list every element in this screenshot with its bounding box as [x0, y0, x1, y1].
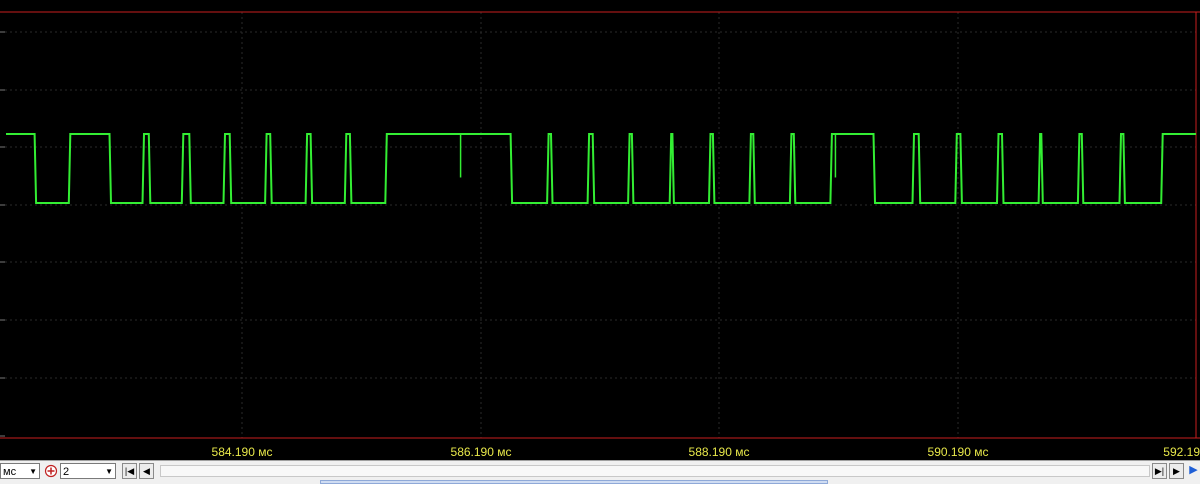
horizontal-scrollbar[interactable] [160, 465, 1150, 477]
prev-button[interactable]: ◀ [139, 463, 154, 479]
time-label: 588.190 мс [689, 445, 750, 459]
channel-value: 2 [63, 466, 70, 478]
waveform-plot[interactable]: 584.190 мс 586.190 мс 588.190 мс 590.190… [0, 0, 1200, 460]
scroll-thumb[interactable] [320, 480, 828, 484]
grid-lines [0, 12, 1196, 438]
time-label: 592.19 [1163, 445, 1200, 459]
units-value: мс [3, 466, 17, 478]
chevron-down-icon[interactable]: ▼ [29, 464, 37, 480]
time-label: 586.190 мс [451, 445, 512, 459]
timeline-labels: 584.190 мс 586.190 мс 588.190 мс 590.190… [212, 445, 1200, 459]
time-label: 584.190 мс [212, 445, 273, 459]
next-segment-button[interactable]: ▶ [1169, 463, 1184, 479]
bottom-toolbar: мс ▼ 2 ▼ |◀ ◀ ▶| ▶ ▶ [0, 460, 1200, 484]
oscilloscope-display[interactable]: 584.190 мс 586.190 мс 588.190 мс 590.190… [0, 0, 1200, 460]
left-axis-ticks [0, 31, 5, 437]
units-select[interactable]: мс ▼ [0, 463, 40, 479]
channel-select[interactable]: 2 ▼ [60, 463, 116, 479]
add-channel-icon[interactable] [44, 463, 58, 479]
play-icon[interactable]: ▶ [1186, 463, 1200, 479]
time-label: 590.190 мс [928, 445, 989, 459]
signal-trace [6, 133, 1196, 204]
last-segment-button[interactable]: ▶| [1152, 463, 1167, 479]
chevron-down-icon[interactable]: ▼ [105, 464, 113, 480]
glitch-marks [459, 134, 837, 178]
first-button[interactable]: |◀ [122, 463, 137, 479]
